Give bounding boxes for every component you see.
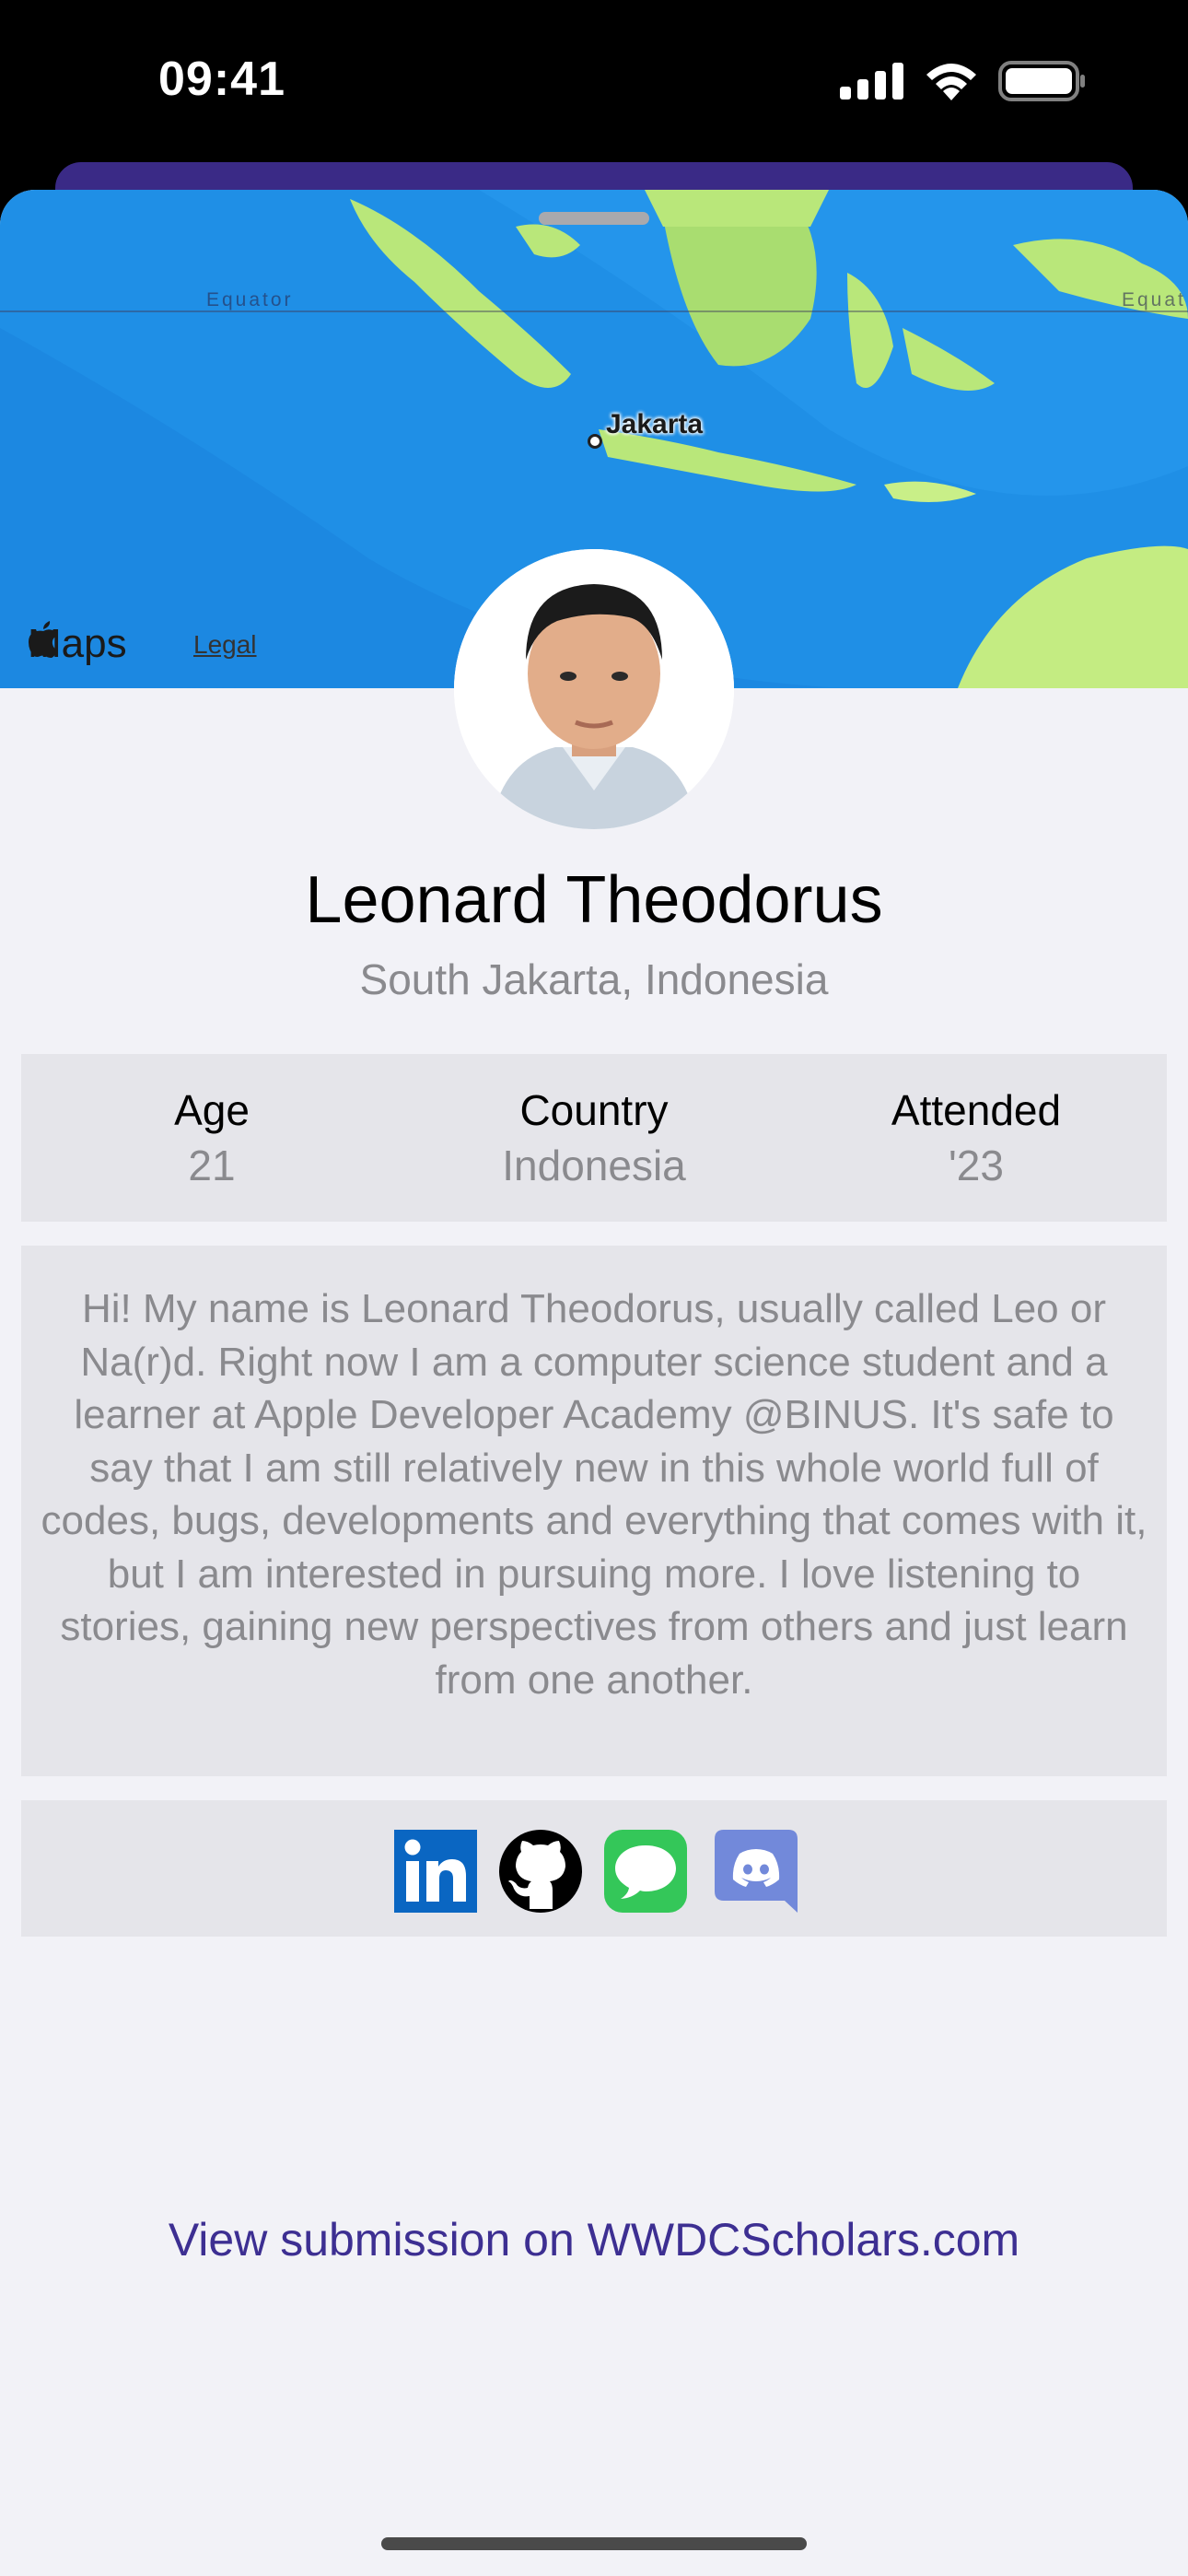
status-time: 09:41 [158,53,285,106]
stat-age: Age 21 [21,1054,402,1190]
apple-logo-icon [29,621,58,658]
stat-value: 21 [188,1142,236,1189]
bio-card: Hi! My name is Leonard Theodorus, usuall… [21,1246,1167,1776]
profile-name: Leonard Theodorus [305,863,883,937]
messages-icon[interactable] [604,1830,687,1913]
legal-link[interactable]: Legal [193,630,257,660]
stat-label: Country [519,1086,669,1134]
city-label: Jakarta [606,409,704,439]
battery-icon [998,61,1085,101]
status-bar: 09:41 [0,0,1188,175]
stat-country: Country Indonesia [403,1054,785,1190]
stat-attended: Attended '23 [786,1054,1167,1190]
discord-icon[interactable] [715,1830,798,1913]
stat-value: '23 [949,1142,1004,1189]
stat-value: Indonesia [502,1142,686,1189]
avatar [454,549,734,829]
city-marker [588,434,602,449]
socials-card [21,1800,1167,1937]
equator-label: Equator [206,289,294,310]
home-indicator[interactable] [381,2537,807,2550]
profile-location: South Jakarta, Indonesia [359,955,829,1003]
wifi-icon [926,64,976,100]
stat-label: Age [174,1086,250,1134]
equator-line [0,310,1188,312]
view-submission-link[interactable]: View submission on WWDCScholars.com [0,2213,1188,2266]
linkedin-icon[interactable] [394,1830,477,1913]
sheet-grabber[interactable] [539,212,649,225]
cellular-signal-icon [840,63,903,100]
bio-text: Hi! My name is Leonard Theodorus, usuall… [41,1286,1147,1703]
status-icons [840,61,1087,101]
maps-logo: Maps [28,621,127,667]
github-icon[interactable] [499,1830,582,1913]
equator-label-right: Equat [1122,289,1186,310]
stats-card: Age 21 Country Indonesia Attended '23 [21,1054,1167,1222]
profile-photo [454,549,734,829]
stat-label: Attended [891,1086,1062,1134]
profile-sheet[interactable]: Equator Equat Jakarta Maps Legal Leonard… [0,190,1188,2576]
